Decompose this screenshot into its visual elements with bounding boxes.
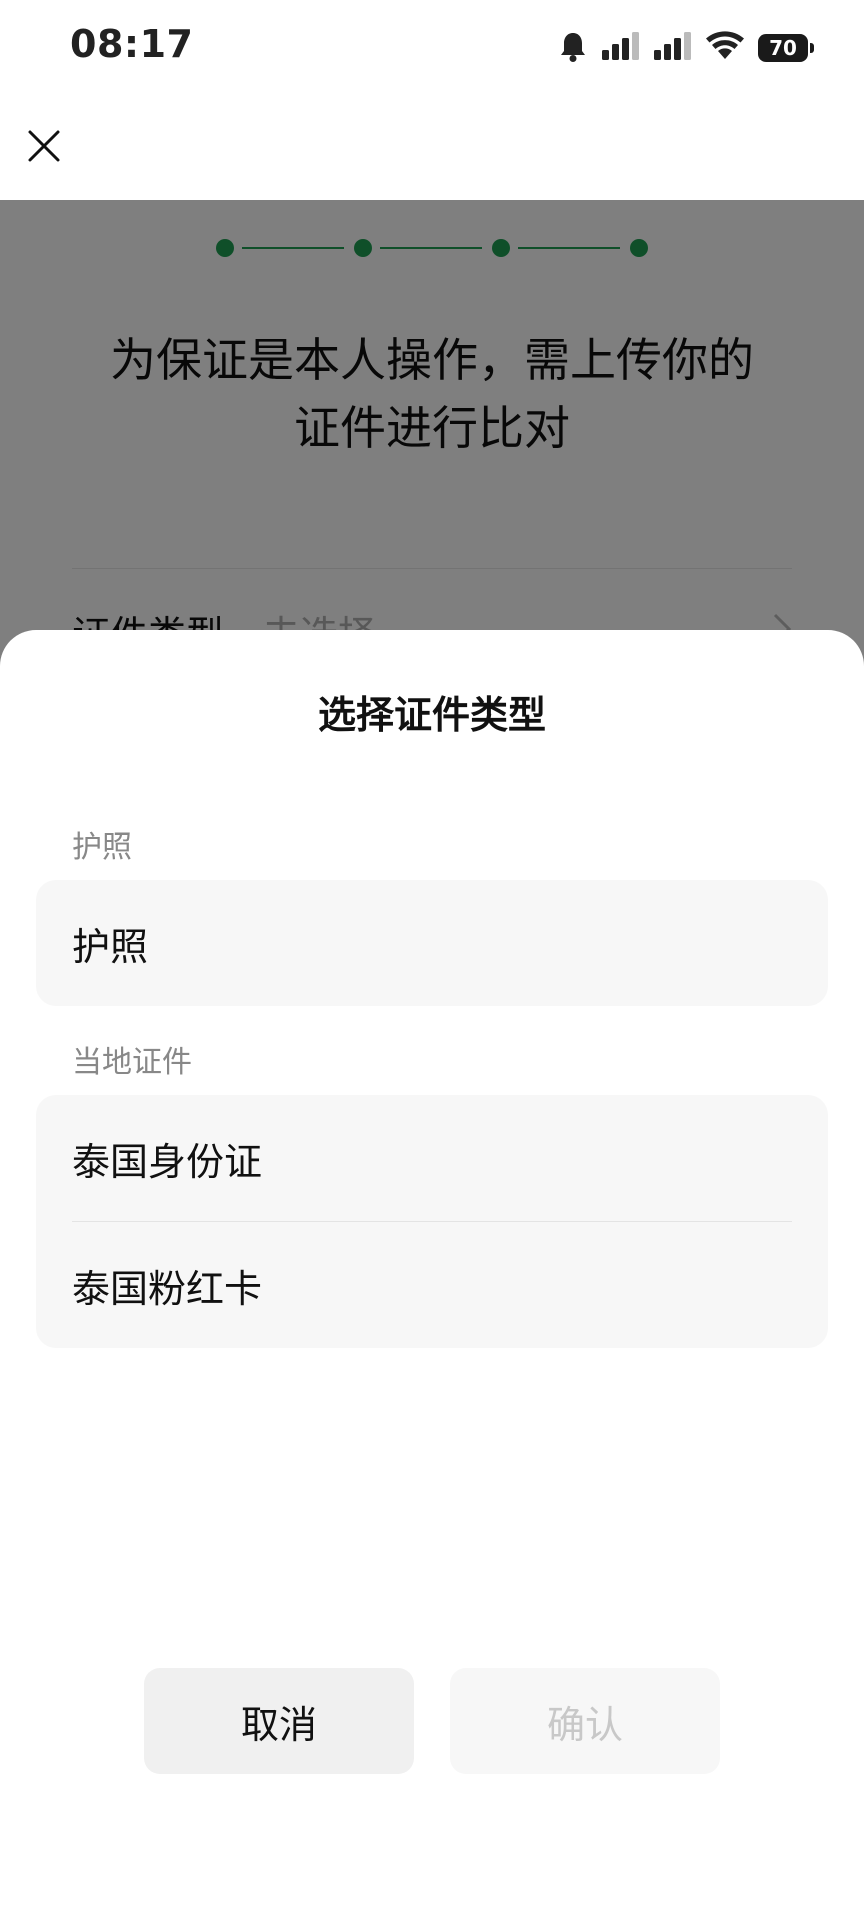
section-label-passport: 护照 bbox=[72, 830, 132, 865]
id-type-sheet: 选择证件类型 护照 护照 当地证件 泰国身份证 泰国粉红卡 取消 确认 bbox=[0, 630, 864, 1920]
status-icons: 70 bbox=[558, 28, 814, 68]
wifi-icon bbox=[706, 31, 744, 65]
cellular-signal-icon bbox=[654, 32, 692, 64]
confirm-button[interactable]: 确认 bbox=[450, 1668, 720, 1774]
option-thai-id-card[interactable]: 泰国身份证 bbox=[36, 1095, 828, 1221]
cancel-button[interactable]: 取消 bbox=[144, 1668, 414, 1774]
option-thai-pink-card[interactable]: 泰国粉红卡 bbox=[36, 1222, 828, 1348]
battery-icon: 70 bbox=[758, 34, 814, 62]
close-icon[interactable] bbox=[20, 122, 68, 170]
top-nav bbox=[0, 96, 864, 200]
section-label-local-id: 当地证件 bbox=[72, 1045, 192, 1080]
option-card-local-id: 泰国身份证 泰国粉红卡 bbox=[36, 1095, 828, 1348]
bell-icon bbox=[558, 30, 588, 66]
option-card-passport: 护照 bbox=[36, 880, 828, 1006]
status-bar: 08:17 70 bbox=[0, 0, 864, 96]
cellular-signal-icon bbox=[602, 32, 640, 64]
sheet-title: 选择证件类型 bbox=[317, 693, 546, 737]
option-passport[interactable]: 护照 bbox=[36, 880, 828, 1006]
status-time: 08:17 bbox=[70, 22, 194, 66]
